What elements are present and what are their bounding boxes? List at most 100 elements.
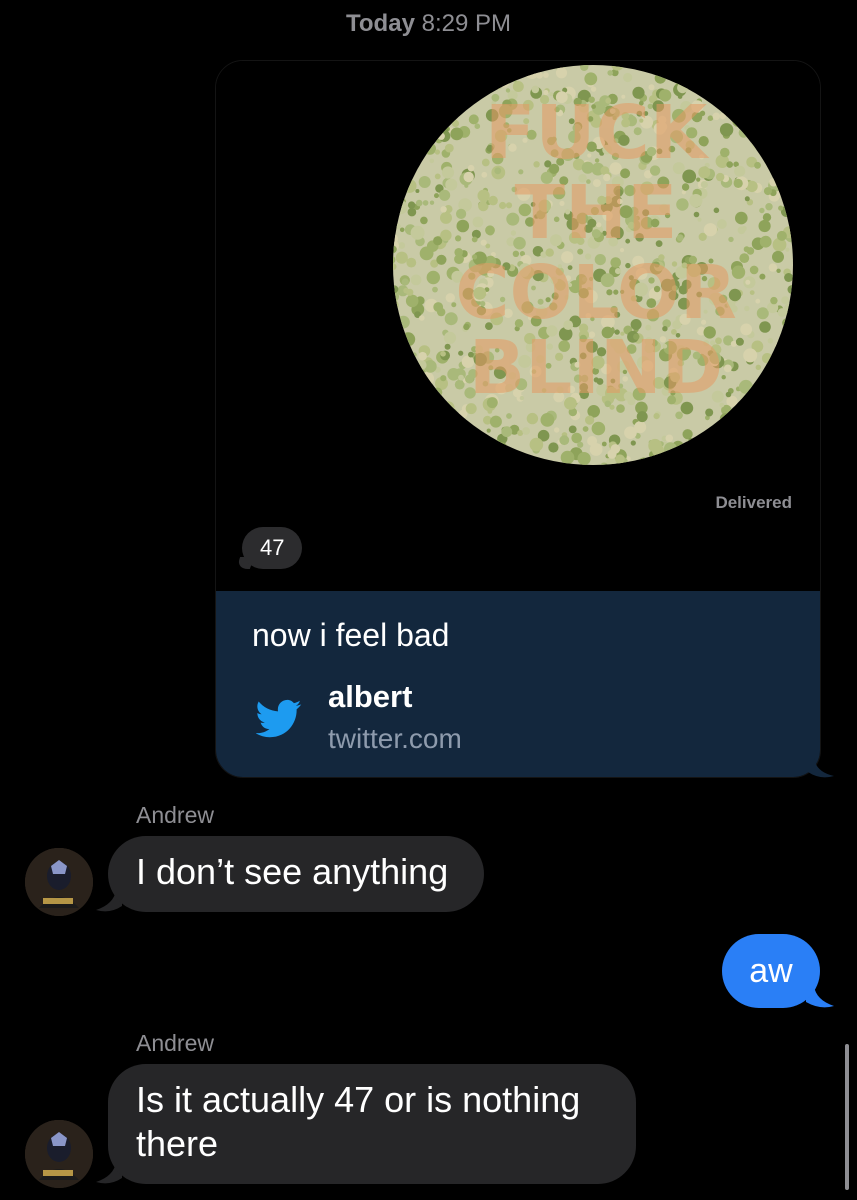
plate-dot <box>636 411 648 423</box>
plate-dot <box>782 318 791 328</box>
plate-dot <box>655 65 665 69</box>
plate-dot <box>397 146 411 160</box>
plate-dot <box>417 149 423 156</box>
plate-dot <box>744 112 750 118</box>
plate-dot <box>735 337 744 346</box>
avatar-image <box>25 848 93 916</box>
plate-dot <box>653 413 660 420</box>
plate-dot <box>757 70 766 79</box>
plate-dot <box>676 234 684 242</box>
plate-dot <box>739 253 750 263</box>
plate-dot <box>474 123 481 129</box>
plate-dot <box>463 449 471 456</box>
plate-dot <box>400 418 406 424</box>
plate-dot <box>760 451 770 461</box>
plate-dot <box>781 193 786 198</box>
plate-dot <box>630 440 636 446</box>
plate-dot <box>466 463 473 465</box>
plate-dot <box>701 457 709 465</box>
plate-dot <box>774 379 788 393</box>
plate-dot <box>774 361 789 376</box>
plate-dot <box>422 430 427 435</box>
avatar[interactable] <box>25 1120 93 1188</box>
plate-dot <box>496 447 501 452</box>
plate-dot <box>410 111 423 124</box>
plate-dot <box>404 68 410 74</box>
plate-dot <box>734 165 746 177</box>
plate-dot <box>559 435 570 446</box>
plate-dot <box>402 179 417 193</box>
plate-dot <box>756 307 769 320</box>
plate-dot <box>765 203 773 211</box>
scrollbar[interactable] <box>845 1044 849 1190</box>
plate-dot <box>423 445 436 459</box>
plate-dot <box>778 205 784 211</box>
plate-dot <box>779 420 786 428</box>
plate-dot <box>398 242 406 249</box>
plate-dot <box>700 181 708 189</box>
plate-dot <box>461 65 466 67</box>
plate-dot <box>743 246 750 253</box>
link-preview-footer[interactable]: now i feel bad albert twitter.com <box>216 591 820 777</box>
plate-dot <box>393 198 399 210</box>
plate-dot <box>736 414 748 426</box>
plate-dot <box>455 76 469 90</box>
plate-dot <box>510 453 518 462</box>
plate-dot <box>419 422 430 433</box>
plate-dot <box>767 127 774 134</box>
plate-dot <box>726 161 733 168</box>
plate-dot <box>771 65 779 68</box>
plate-dot <box>787 412 793 422</box>
plate-dot <box>400 134 413 148</box>
plate-dot <box>423 96 434 108</box>
plate-dot <box>439 189 451 201</box>
message-text: aw <box>749 952 793 990</box>
plate-dot <box>393 134 403 144</box>
plate-dot <box>401 416 416 430</box>
plate-dot <box>769 424 777 432</box>
plate-dot <box>733 178 743 188</box>
plate-dot <box>395 251 408 264</box>
plate-dot <box>706 68 716 78</box>
plate-dot <box>710 81 715 86</box>
outgoing-message-bubble[interactable]: aw <box>722 934 820 1008</box>
plate-dot <box>630 65 637 67</box>
plate-dot <box>456 75 462 81</box>
link-message-text: now i feel bad <box>252 617 450 653</box>
plate-dot <box>418 104 425 111</box>
plate-dot <box>497 85 501 90</box>
plate-dot <box>411 141 417 147</box>
plate-dot <box>743 348 758 363</box>
plate-dot <box>393 378 399 385</box>
plate-dot <box>396 395 404 403</box>
plate-dot <box>522 71 527 77</box>
plate-dot <box>528 67 535 74</box>
plate-dot <box>726 444 735 453</box>
link-preview-image[interactable]: FUCK THE COLOR BLIND Delivered 47 <box>216 61 820 591</box>
plate-dot <box>769 419 780 430</box>
plate-dot <box>778 185 785 192</box>
incoming-message-bubble[interactable]: Is it actually 47 or is nothing there <box>108 1064 636 1184</box>
plate-dot <box>713 207 720 214</box>
plate-dot <box>400 401 407 407</box>
plate-dot <box>393 72 404 85</box>
plate-dot <box>455 235 462 242</box>
plate-dot <box>719 112 726 120</box>
plate-dot <box>790 147 793 156</box>
plate-dot <box>782 190 793 204</box>
plate-dot <box>759 110 767 119</box>
plate-dot <box>507 464 513 465</box>
avatar[interactable] <box>25 848 93 916</box>
reply-count-bubble[interactable]: 47 <box>242 527 303 569</box>
plate-dot <box>615 454 625 465</box>
link-preview-card[interactable]: FUCK THE COLOR BLIND Delivered 47 now i fee… <box>215 60 821 778</box>
plate-dot <box>772 366 778 371</box>
plate-dot <box>560 450 575 465</box>
plate-dot <box>782 142 793 155</box>
plate-dot <box>407 207 417 217</box>
plate-dot <box>610 444 621 454</box>
incoming-message-bubble[interactable]: I don’t see anything <box>108 836 485 912</box>
plate-dot <box>730 98 745 112</box>
plate-dot <box>766 405 778 416</box>
plate-dot <box>437 132 445 140</box>
